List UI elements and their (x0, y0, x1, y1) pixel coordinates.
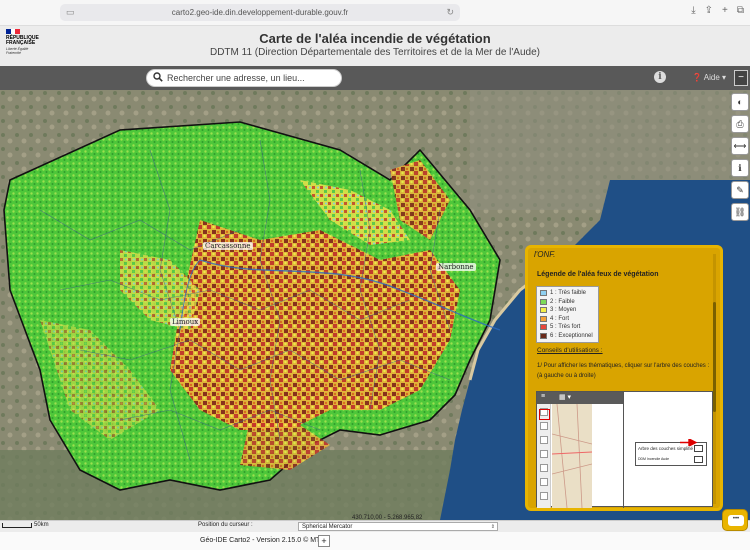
tutorial-screenshot: ≡ ▦ ▾ Arbre des couches simplifié DDM Inc… (536, 391, 713, 508)
cursor-position-label: Position du curseur : (198, 522, 253, 528)
version-label: Géo-IDE Carto2 - Version 2.15.0 © MTES (200, 537, 330, 544)
page-settings-icon[interactable]: ▭ (66, 4, 75, 21)
reload-icon[interactable]: ↻ (446, 4, 454, 21)
legend-item-label: 1 : Très faible (550, 290, 587, 297)
legend-swatch (540, 324, 547, 331)
red-arrow-icon (680, 439, 697, 446)
search-input[interactable]: Rechercher une adresse, un lieu... (146, 69, 342, 87)
legend-item: 4 : Fort (540, 315, 595, 324)
page-subtitle: DDTM 11 (Direction Départementale des Te… (209, 47, 540, 58)
legend-classes: 1 : Très faible 2 : Faible 3 : Moyen 4 :… (536, 286, 599, 343)
measure-icon[interactable]: ⟷ (731, 137, 749, 155)
highlight-box (539, 409, 550, 420)
legend-item: 3 : Moyen (540, 306, 595, 315)
legend-item: 5 : Très fort (540, 323, 595, 332)
screenshot-toolbar: ≡ ▦ ▾ (537, 392, 623, 404)
tree-label: Arbre des couches simplifié (638, 446, 694, 451)
tabs-overview-icon[interactable]: ⧉ (737, 5, 744, 16)
info-icon[interactable]: ℹ (731, 159, 749, 177)
legend-item: 6 : Exceptionnel (540, 332, 595, 341)
advice-line-1: 1/ Pour afficher les thématiques, clique… (537, 363, 710, 369)
layer-toggle-button (694, 456, 703, 463)
draw-icon[interactable]: ✎ (731, 181, 749, 199)
advice-title: Conseils d'utilisations : (537, 347, 603, 354)
chat-button[interactable]: ••• (722, 509, 748, 531)
projection-value: Spherical Mercator (302, 524, 353, 530)
legend-item-label: 6 : Exceptionnel (550, 332, 593, 339)
info-icon[interactable]: i (654, 71, 666, 83)
search-icon (153, 72, 163, 82)
legend-item-label: 5 : Très fort (550, 324, 581, 331)
search-placeholder: Rechercher une adresse, un lieu... (167, 73, 305, 83)
legend-swatch (540, 315, 547, 322)
map-toolbar: Rechercher une adresse, un lieu... i ❓ A… (0, 66, 750, 90)
legend-item-label: 4 : Fort (550, 315, 570, 322)
link-icon[interactable]: ⛓ (731, 203, 749, 221)
legend-item-label: 3 : Moyen (550, 307, 577, 314)
legend-panel[interactable]: l'ONF. Légende de l'aléa feux de végétat… (525, 245, 723, 511)
browser-bar: ▭ carto2.geo-ide.din.developpement-durab… (0, 0, 750, 26)
legend-top-note: l'ONF. (534, 250, 556, 259)
collapse-panel-button[interactable]: − (734, 70, 748, 86)
scale-bar (2, 523, 32, 528)
legend-swatch (540, 332, 547, 339)
legend-item-label: 2 : Faible (550, 298, 575, 305)
map-tools: ◐ ⎙ ⟷ ℹ ✎ ⛓ (731, 93, 749, 225)
download-icon[interactable]: ⤓ (691, 5, 695, 16)
layers-icon[interactable]: ◐ (731, 93, 749, 111)
city-label-carcassonne: Carcassonne (203, 242, 253, 250)
layer-label: DDM Incendie Aude (638, 457, 670, 461)
city-label-limoux: Limoux (170, 318, 201, 326)
scrollbar-thumb[interactable] (713, 302, 716, 412)
status-bar: 50km Position du curseur : Spherical Mer… (0, 520, 750, 532)
share-icon[interactable]: ⇪ (705, 5, 713, 16)
legend-heading: Légende de l'aléa feux de végétation (537, 271, 659, 278)
print-icon[interactable]: ⎙ (731, 115, 749, 133)
expand-footer-button[interactable]: + (318, 535, 330, 547)
chat-icon: ••• (728, 515, 744, 526)
new-tab-icon[interactable]: + (722, 5, 728, 16)
help-menu[interactable]: ❓ Aide ▾ (692, 73, 726, 82)
coords-strip: 430.710,00 - 5.268.965,82 (0, 515, 750, 521)
map-icon: ▦ ▾ (559, 394, 572, 401)
advice-text: 1/ Pour afficher les thématiques, clique… (537, 361, 717, 381)
page-title: Carte de l'aléa incendie de végétation (259, 31, 491, 46)
scale-label: 50km (34, 522, 49, 528)
cursor-coordinates: 430.710,00 - 5.268.965,82 (352, 515, 423, 521)
legend-item: 1 : Très faible (540, 289, 595, 298)
screenshot-divider (623, 392, 624, 508)
advice-line-2: (à gauche ou à droite) (537, 373, 596, 379)
browser-actions: ⤓ ⇪ + ⧉ (691, 5, 744, 16)
menu-icon: ≡ (541, 393, 546, 400)
chevron-down-icon: ⇕ (490, 524, 495, 530)
legend-item: 2 : Faible (540, 298, 595, 307)
legend-swatch (540, 307, 547, 314)
projection-select[interactable]: Spherical Mercator ⇕ (298, 522, 498, 531)
footer: Géo-IDE Carto2 - Version 2.15.0 © MTES + (0, 532, 750, 550)
url-text: carto2.geo-ide.din.developpement-durable… (171, 8, 349, 17)
legend-swatch (540, 298, 547, 305)
legend-swatch (540, 290, 547, 297)
help-label: Aide (703, 73, 720, 82)
app-header: RÉPUBLIQUE FRANÇAISE Liberté Égalité Fra… (0, 26, 750, 66)
city-label-narbonne: Narbonne (436, 263, 476, 271)
address-bar[interactable]: ▭ carto2.geo-ide.din.developpement-durab… (60, 4, 460, 21)
tree-toggle-button (694, 445, 703, 452)
screenshot-minimap (552, 404, 592, 508)
